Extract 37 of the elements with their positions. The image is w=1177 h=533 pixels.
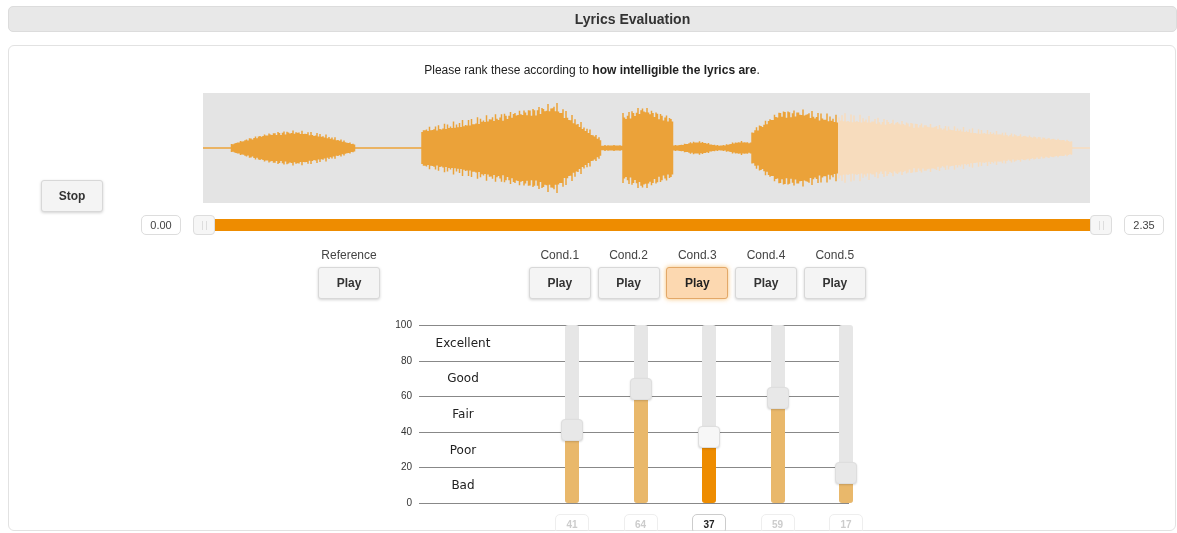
play-button[interactable]: Play	[803, 267, 866, 299]
rating-category-label: Fair	[451, 406, 475, 423]
condition-label: Cond.2	[609, 247, 648, 263]
rating-category-label: Good	[446, 370, 480, 388]
stop-button[interactable]: Stop	[41, 180, 103, 212]
play-button[interactable]: Play	[318, 267, 380, 299]
start-time-field[interactable]: 0.00	[141, 215, 181, 235]
rating-category-label: Excellent	[434, 334, 492, 352]
slider-thumb[interactable]	[561, 419, 583, 442]
instruction-text: Please rank these according to how intelligible the lyrics are.	[423, 62, 761, 78]
slider-thumb[interactable]	[835, 461, 857, 484]
condition-label: Cond.4	[746, 247, 786, 263]
page-title: Lyrics Evaluation	[574, 11, 691, 27]
condition-label: Cond.5	[815, 247, 855, 263]
axis-tick-label: 80	[399, 353, 412, 368]
play-button[interactable]: Play	[597, 267, 660, 299]
end-time-field[interactable]: 2.35	[1124, 215, 1164, 235]
condition-label: Cond.3	[677, 247, 717, 263]
axis-tick-label: 60	[399, 389, 412, 404]
axis-tick-label: 20	[399, 460, 412, 475]
condition-label: Cond.1	[540, 247, 580, 263]
slider-thumb[interactable]	[629, 378, 652, 401]
start-handle[interactable]	[193, 215, 215, 235]
rating-value-field[interactable]: 37	[692, 514, 726, 531]
play-button[interactable]: Play	[666, 267, 729, 299]
loop-range-slider[interactable]	[193, 215, 1112, 235]
end-handle[interactable]	[1090, 215, 1112, 235]
reference-label: Reference	[321, 247, 377, 263]
axis-tick-label: 0	[405, 496, 412, 510]
play-button[interactable]: Play	[528, 267, 591, 299]
axis-tick-label: 100	[394, 318, 412, 332]
rating-category-label: Bad	[450, 477, 476, 495]
play-button[interactable]: Play	[735, 267, 797, 299]
axis-tick-label: 40	[399, 424, 412, 439]
slider-thumb[interactable]	[766, 387, 789, 409]
slider-thumb[interactable]	[698, 426, 720, 449]
rating-category-label: Poor	[448, 441, 478, 459]
